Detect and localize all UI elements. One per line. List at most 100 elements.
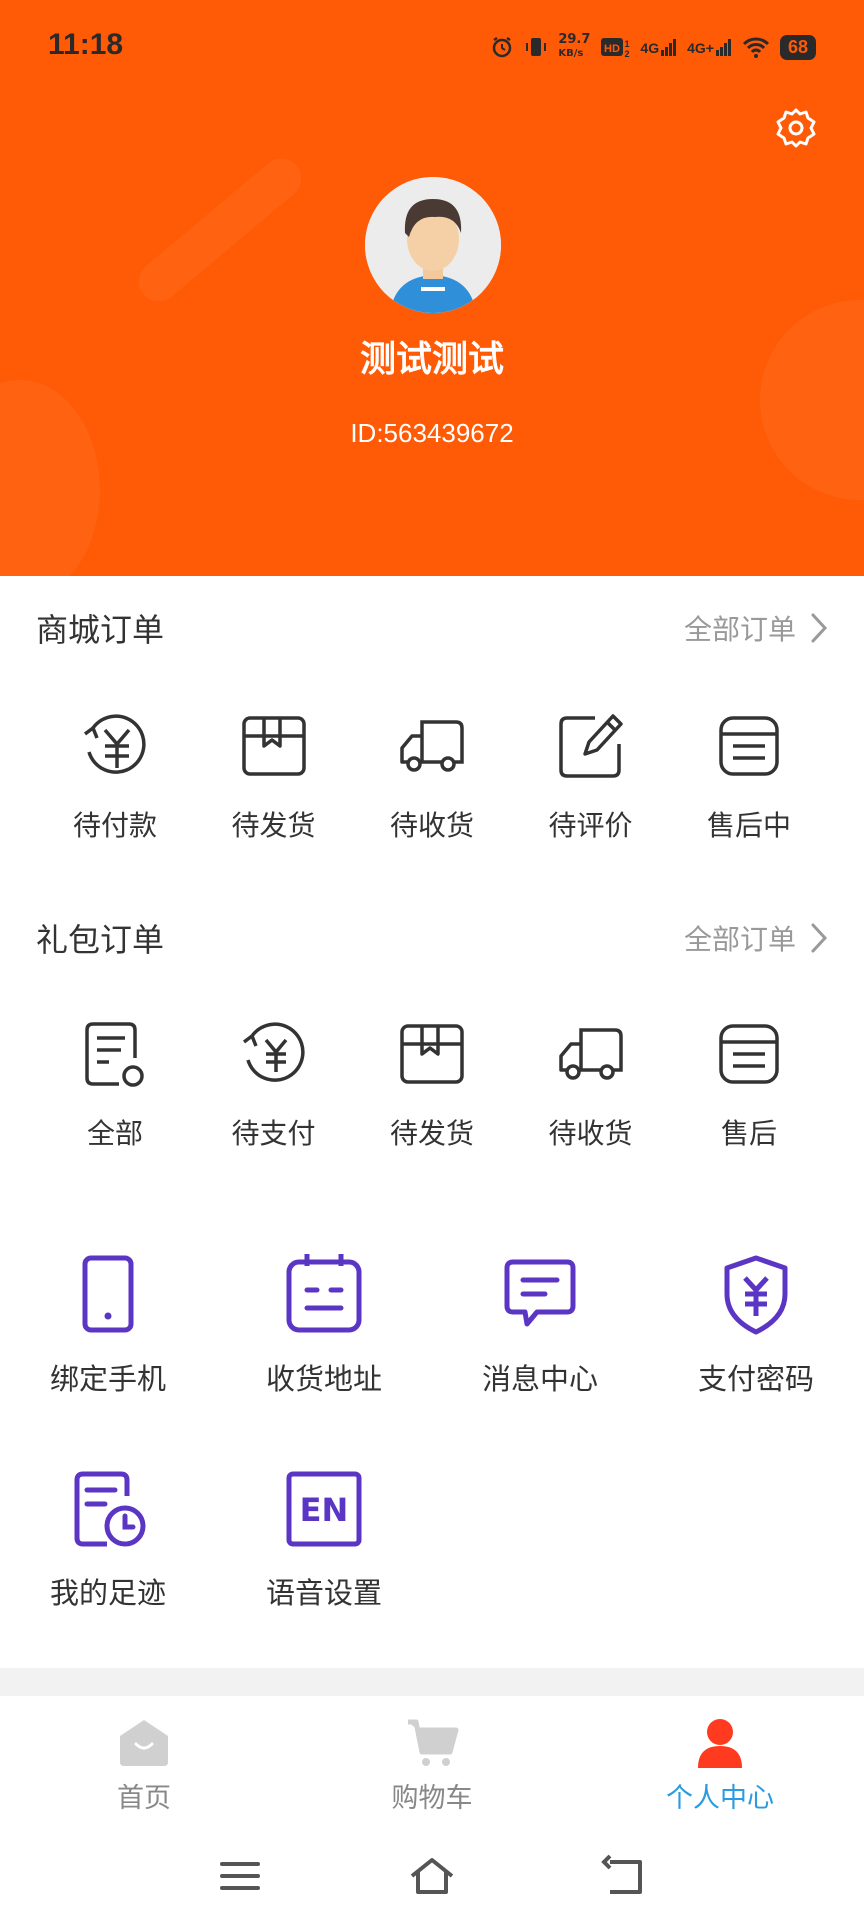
order-label: 售后	[720, 1117, 777, 1150]
mall-all-orders-link[interactable]: 全部订单	[684, 608, 828, 648]
signal-4g: 4G	[640, 38, 677, 56]
gift-orders-title: 礼包订单	[36, 921, 165, 959]
box-icon	[400, 1024, 464, 1084]
tool-label: 绑定手机	[49, 1362, 166, 1396]
mall-order-pending-review[interactable]: 待评价	[512, 706, 670, 856]
gift-order-all[interactable]: 全部	[36, 1014, 194, 1164]
mall-order-pending-receipt[interactable]: 待收货	[353, 706, 511, 856]
divider	[0, 1668, 864, 1696]
order-label: 待发货	[231, 809, 316, 842]
svg-text:1: 1	[625, 39, 630, 49]
chevron-right-icon	[811, 923, 828, 953]
vibrate-icon	[526, 38, 547, 56]
tool-label: 支付密码	[697, 1362, 814, 1396]
box-icon	[241, 716, 306, 776]
tool-label: 我的足迹	[49, 1576, 166, 1610]
gift-order-pending-payment[interactable]: 待支付	[195, 1014, 353, 1164]
status-icons: 29.7 KB/s HD 1 2 4G 4G+ 68	[490, 30, 816, 64]
speed-unit: KB/s	[558, 48, 584, 59]
system-nav-bar	[0, 1830, 864, 1920]
signal-icon	[715, 39, 731, 56]
mall-orders-row: 待付款 待发货 待收货 待评价 售后中	[36, 706, 828, 856]
tool-payment-password[interactable]: 支付密码	[648, 1250, 864, 1398]
address-icon	[286, 1254, 362, 1333]
shield-yen-icon	[724, 1255, 788, 1335]
bottom-tab-bar: 首页 购物车 个人中心	[0, 1696, 864, 1830]
avatar-image	[365, 177, 501, 313]
tab-label: 个人中心	[666, 1783, 774, 1814]
alarm-icon	[493, 36, 512, 58]
message-icon	[504, 1259, 576, 1327]
home-icon	[120, 1720, 168, 1766]
signal-icon	[661, 39, 677, 56]
chevron-right-icon	[811, 613, 828, 643]
menu-icon[interactable]	[216, 1852, 264, 1900]
gift-orders-row: 全部 待支付 待发货 待收货 售后	[36, 1014, 828, 1164]
back-icon[interactable]	[600, 1852, 648, 1900]
tool-label: 语音设置	[265, 1576, 382, 1610]
gift-all-orders-link[interactable]: 全部订单	[684, 918, 828, 958]
order-label: 待评价	[548, 809, 633, 842]
signal-4g-plus: 4G+	[687, 38, 732, 56]
net1-label: 4G	[640, 40, 660, 56]
mall-orders-header: 商城订单 全部订单	[36, 600, 828, 656]
tab-profile[interactable]: 个人中心	[576, 1696, 864, 1830]
tool-bind-phone[interactable]: 绑定手机	[0, 1250, 216, 1398]
gift-order-pending-shipment[interactable]: 待发货	[353, 1014, 511, 1164]
header-decoration	[0, 380, 100, 576]
gift-orders-header: 礼包订单 全部订单	[36, 910, 828, 966]
tool-label: 收货地址	[265, 1362, 382, 1396]
network-speed: 29.7 KB/s	[558, 33, 590, 61]
wifi-icon	[742, 37, 770, 58]
tab-home[interactable]: 首页	[0, 1696, 288, 1830]
language-icon-text: EN	[300, 1491, 349, 1529]
mall-order-after-sale[interactable]: 售后中	[670, 706, 828, 856]
battery-level: 68	[779, 34, 816, 60]
svg-text:2: 2	[625, 49, 630, 59]
tool-message-center[interactable]: 消息中心	[432, 1250, 648, 1398]
tools-row-2: 我的足迹 EN 语音设置	[0, 1464, 864, 1612]
truck-icon	[558, 1028, 623, 1080]
avatar[interactable]	[365, 177, 501, 313]
status-time: 11:18	[48, 28, 124, 61]
list-icon	[719, 716, 779, 776]
yen-refresh-icon	[242, 1022, 305, 1082]
edit-icon	[558, 714, 623, 778]
tab-label: 购物车	[391, 1783, 473, 1814]
tool-my-footprints[interactable]: 我的足迹	[0, 1464, 216, 1612]
mall-order-pending-payment[interactable]: 待付款	[36, 706, 194, 856]
cart-icon	[408, 1719, 459, 1766]
order-label: 全部	[86, 1117, 143, 1150]
home-nav-icon[interactable]	[408, 1852, 456, 1900]
tool-shipping-address[interactable]: 收货地址	[216, 1250, 432, 1398]
tab-label: 首页	[117, 1783, 171, 1814]
all-orders-label: 全部订单	[683, 923, 796, 956]
tab-cart[interactable]: 购物车	[288, 1696, 576, 1830]
profile-header: 11:18 29.7 KB/s HD 1 2 4G 4G+ 68 测试测试 ID…	[0, 0, 864, 576]
list-icon	[719, 1024, 779, 1084]
tool-label: 消息中心	[481, 1362, 598, 1396]
user-id: ID:563439672	[350, 418, 514, 448]
all-orders-label: 全部订单	[683, 613, 796, 646]
hd-icon: HD 1 2	[601, 38, 630, 59]
order-label: 待付款	[72, 809, 157, 842]
net2-label: 4G+	[687, 40, 714, 56]
order-label: 待发货	[389, 1117, 474, 1150]
gift-order-after-sale[interactable]: 售后	[670, 1014, 828, 1164]
tools-row-1: 绑定手机 收货地址 消息中心 支付密码	[0, 1250, 864, 1398]
gift-order-pending-receipt[interactable]: 待收货	[512, 1014, 670, 1164]
history-icon	[74, 1471, 146, 1547]
truck-icon	[400, 720, 464, 772]
mall-order-pending-shipment[interactable]: 待发货	[195, 706, 353, 856]
speed-value: 29.7	[558, 32, 591, 47]
order-label: 待收货	[548, 1117, 633, 1150]
order-label: 待支付	[231, 1117, 316, 1150]
tool-language-settings[interactable]: EN 语音设置	[216, 1464, 432, 1612]
document-icon	[85, 1022, 144, 1087]
svg-text:HD: HD	[604, 43, 620, 55]
mall-orders-title: 商城订单	[36, 611, 165, 649]
yen-refresh-icon	[83, 714, 146, 774]
language-icon: EN	[286, 1471, 362, 1547]
header-decoration	[130, 150, 310, 310]
settings-gear-icon[interactable]	[774, 106, 818, 150]
